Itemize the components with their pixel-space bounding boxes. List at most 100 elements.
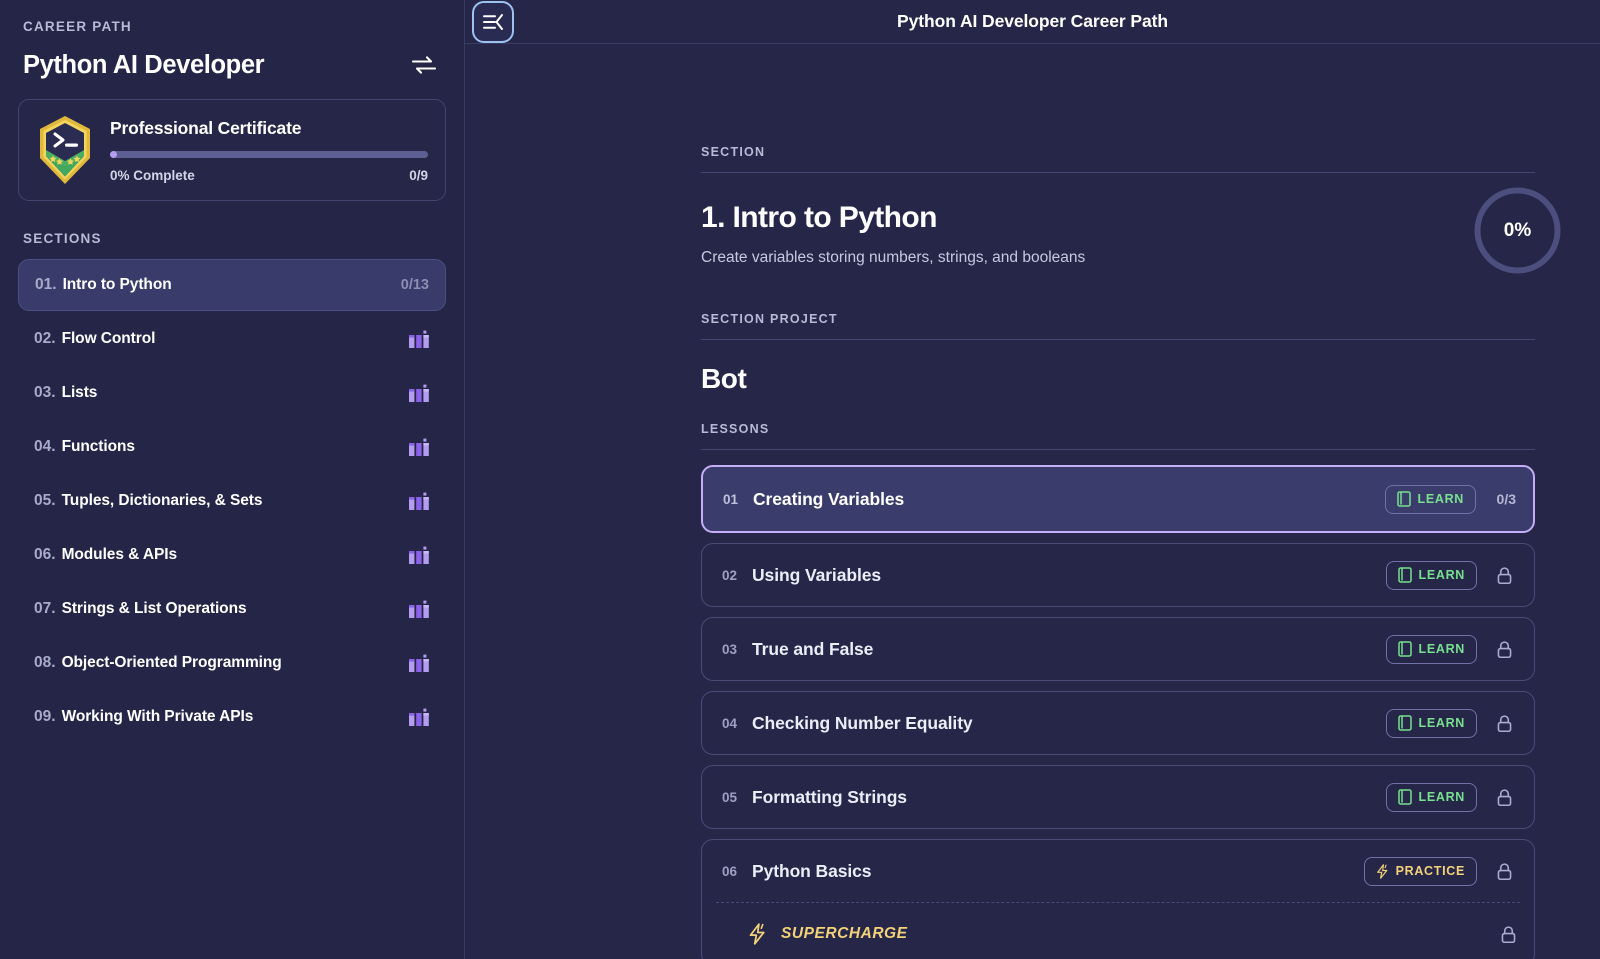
learn-badge[interactable]: LEARN — [1385, 782, 1477, 812]
section-label: Object-Oriented Programming — [61, 654, 282, 671]
lesson-title: True and False — [752, 638, 874, 659]
lesson-title: Formatting Strings — [752, 786, 907, 807]
swap-path-button[interactable] — [407, 48, 441, 82]
section-row-right — [408, 329, 430, 349]
sidebar-section-item[interactable]: 08. Object-Oriented Programming — [18, 637, 446, 689]
section-row-right: 0/13 — [401, 277, 429, 293]
lesson-row-right: LEARN — [1385, 560, 1518, 590]
professional-certificate-card[interactable]: Professional Certificate 0% Complete 0/9 — [18, 99, 446, 201]
sidebar-section-item[interactable]: 02. Flow Control — [18, 313, 446, 365]
section-title: 1. Intro to Python — [701, 201, 937, 234]
section-row-right — [408, 653, 430, 673]
section-number: 06. — [34, 546, 56, 563]
topbar-title: Python AI Developer Career Path — [897, 11, 1168, 31]
lesson-row[interactable]: 04 Checking Number Equality LEARN — [701, 691, 1535, 755]
section-number: 03. — [34, 384, 56, 401]
section-label: Intro to Python — [62, 276, 172, 293]
sidebar-section-item[interactable]: 04. Functions — [18, 421, 446, 473]
section-lock-icon — [409, 708, 429, 726]
badge-label: LEARN — [1418, 568, 1465, 582]
section-row-right — [408, 437, 430, 457]
sidebar-section-item[interactable]: 01. Intro to Python 0/13 — [18, 259, 446, 311]
collapse-sidebar-icon — [483, 14, 503, 30]
section-label: Lists — [61, 384, 98, 401]
sidebar-section-item[interactable]: 03. Lists — [18, 367, 446, 419]
section-label: Working With Private APIs — [61, 708, 254, 725]
practice-badge[interactable]: PRACTICE — [1363, 856, 1477, 886]
path-header: Python AI Developer — [23, 48, 441, 82]
collapse-sidebar-button[interactable] — [472, 1, 514, 43]
sidebar-section-item[interactable]: 07. Strings & List Operations — [18, 583, 446, 635]
section-number: 07. — [34, 600, 56, 617]
career-path-app: CAREER PATH Python AI Developer Professi… — [0, 0, 1600, 959]
badge-label: PRACTICE — [1395, 864, 1465, 878]
section-lock-icon — [409, 600, 429, 618]
book-icon — [1397, 567, 1412, 583]
learn-badge[interactable]: LEARN — [1384, 484, 1476, 514]
lesson-lock-slot — [1491, 566, 1517, 585]
sidebar-section-item[interactable]: 05. Tuples, Dictionaries, & Sets — [18, 475, 446, 527]
supercharge-lock-slot — [1500, 925, 1517, 944]
section-label: Strings & List Operations — [61, 600, 247, 617]
lesson-title: Using Variables — [752, 564, 882, 585]
section-row-right — [408, 491, 430, 511]
lesson-number: 01 — [723, 491, 739, 507]
certificate-progress-fill — [110, 150, 117, 158]
section-project-eyebrow: SECTION PROJECT — [701, 312, 838, 326]
section-row-right — [408, 707, 430, 727]
lesson-number: 06 — [722, 863, 738, 879]
section-header: 1. Intro to Python Create variables stor… — [701, 173, 1561, 274]
learn-badge[interactable]: LEARN — [1385, 634, 1477, 664]
section-lock-icon — [409, 330, 429, 348]
sections-list: 01. Intro to Python 0/13 02. Flow Control 03.… — [18, 259, 446, 743]
learn-badge[interactable]: LEARN — [1385, 560, 1477, 590]
badge-label: LEARN — [1417, 492, 1464, 506]
lesson-row-right: LEARN — [1385, 782, 1518, 812]
content-scroll-area: SECTION 1. Intro to Python Create variab… — [465, 44, 1600, 959]
lesson-number: 04 — [722, 715, 738, 731]
lesson-row[interactable]: 01 Creating Variables LEARN 0/3 — [701, 465, 1535, 533]
certificate-progress-count: 0/9 — [409, 167, 428, 183]
sidebar-section-item[interactable]: 06. Modules & APIs — [18, 529, 446, 581]
section-progress-ring: 0% — [1473, 186, 1562, 275]
badge-label: LEARN — [1418, 716, 1465, 730]
book-icon — [1397, 789, 1412, 805]
section-description: Create variables storing numbers, string… — [701, 249, 1086, 266]
path-title: Python AI Developer — [23, 50, 265, 79]
lesson-row[interactable]: 06 Python Basics PRACTICE SUPERCHARGE — [701, 839, 1535, 959]
lesson-number: 02 — [722, 567, 738, 583]
lesson-row-right: LEARN — [1385, 708, 1518, 738]
lesson-main[interactable]: 06 Python Basics PRACTICE — [702, 840, 1534, 902]
book-icon — [1397, 715, 1412, 731]
sidebar: CAREER PATH Python AI Developer Professi… — [0, 0, 465, 959]
section-header-text: 1. Intro to Python Create variables stor… — [701, 173, 1535, 267]
lock-icon — [1497, 714, 1511, 732]
swap-arrows-icon — [411, 56, 437, 74]
section-lock-icon — [409, 546, 429, 564]
certificate-meta: 0% Complete 0/9 — [110, 168, 428, 183]
section-count: 0/13 — [400, 277, 429, 293]
lesson-row[interactable]: 02 Using Variables LEARN — [701, 543, 1535, 607]
lesson-lock-slot — [1491, 640, 1517, 659]
lock-icon — [1497, 862, 1511, 880]
certificate-body: Professional Certificate 0% Complete 0/9 — [110, 118, 428, 183]
supercharge-row[interactable]: SUPERCHARGE — [702, 903, 1534, 959]
section-progress-percent: 0% — [1503, 219, 1532, 241]
section-lock-icon — [409, 384, 429, 402]
topbar: Python AI Developer Career Path — [465, 0, 1600, 44]
career-path-eyebrow: CAREER PATH — [23, 19, 132, 34]
section-number: 01. — [35, 276, 57, 293]
lesson-row[interactable]: 03 True and False LEARN — [701, 617, 1535, 681]
lock-icon — [1501, 925, 1516, 943]
learn-badge[interactable]: LEARN — [1385, 708, 1477, 738]
section-number: 02. — [34, 330, 56, 347]
section-number: 08. — [34, 654, 56, 671]
lesson-title: Checking Number Equality — [752, 712, 973, 733]
lesson-row[interactable]: 05 Formatting Strings LEARN — [701, 765, 1535, 829]
sections-eyebrow: SECTIONS — [23, 231, 102, 246]
lock-icon — [1497, 640, 1511, 658]
section-row-right — [408, 599, 430, 619]
sidebar-section-item[interactable]: 09. Working With Private APIs — [18, 691, 446, 743]
section-label: Flow Control — [61, 330, 156, 347]
badge-label: LEARN — [1418, 642, 1465, 656]
